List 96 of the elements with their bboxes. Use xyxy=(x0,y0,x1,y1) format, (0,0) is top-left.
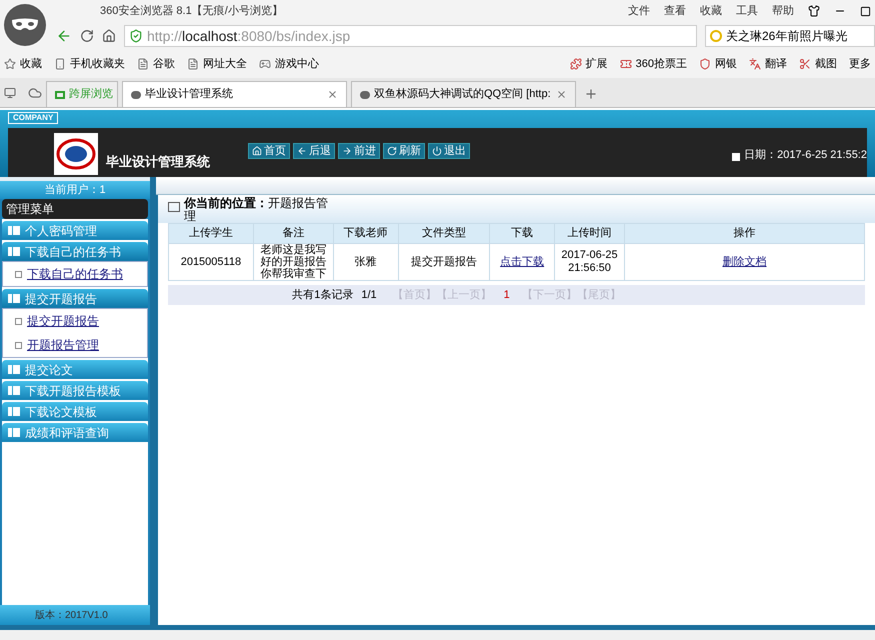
menu-item[interactable]: 文件 xyxy=(628,2,650,20)
gamepad-icon xyxy=(259,58,271,70)
scissors-icon xyxy=(799,58,811,70)
menu-group-icon xyxy=(8,226,20,235)
shield-icon xyxy=(129,29,143,43)
nav-button[interactable]: 首页 xyxy=(248,143,290,159)
logo-icon xyxy=(54,133,98,175)
page-count: 1/1 xyxy=(361,288,377,303)
close-icon[interactable] xyxy=(327,89,338,100)
skin-icon[interactable] xyxy=(808,5,820,17)
refresh-icon xyxy=(387,146,397,156)
translate-icon xyxy=(749,58,761,70)
ticket-icon xyxy=(620,58,632,70)
page-icon xyxy=(187,58,199,70)
menu-group-icon xyxy=(8,407,20,416)
square-bullet-icon xyxy=(15,270,22,278)
company-label: COMPANY xyxy=(8,112,58,124)
toolbar-item[interactable]: 更多 xyxy=(849,56,871,72)
bookmark-item[interactable]: 网址大全 xyxy=(187,56,247,72)
table-cell: 老师这是我写好的开题报告你帮我审查下 xyxy=(253,244,334,280)
column-header: 备注 xyxy=(253,224,334,244)
delete-link[interactable]: 删除文档 xyxy=(722,256,766,268)
browser-tab[interactable]: 毕业设计管理系统 xyxy=(122,81,347,107)
menu-group[interactable]: 提交开题报告 xyxy=(2,289,148,308)
home-icon[interactable] xyxy=(102,29,116,43)
bookmark-item[interactable]: 收藏 xyxy=(4,56,42,72)
column-header: 操作 xyxy=(624,224,864,244)
menu-title: 管理菜单 xyxy=(2,199,148,219)
column-header: 上传时间 xyxy=(554,224,624,244)
column-header: 下载老师 xyxy=(333,224,398,244)
toolbar-item[interactable]: 360抢票王 xyxy=(620,56,687,72)
menu-item[interactable]: 工具 xyxy=(736,2,758,20)
square-bullet-icon xyxy=(15,318,22,324)
toolbar-item[interactable]: 翻译 xyxy=(749,56,787,72)
toolbar-item[interactable]: 截图 xyxy=(799,56,837,72)
menu-item[interactable]: 帮助 xyxy=(772,2,794,20)
star-icon xyxy=(4,58,16,70)
screen-icon xyxy=(55,90,65,98)
toolbar-item[interactable]: 扩展 xyxy=(570,56,608,72)
menu-item[interactable]: 查看 xyxy=(664,2,686,20)
version-label: 版本：2017V1.0 xyxy=(0,605,150,625)
menu-group-icon xyxy=(8,247,20,256)
location-icon xyxy=(168,202,180,212)
favicon-icon xyxy=(131,90,141,98)
app-title: 毕业设计管理系统 xyxy=(106,152,210,170)
page-icon xyxy=(137,58,149,70)
square-bullet-icon xyxy=(15,342,22,348)
cloud-icon[interactable] xyxy=(28,86,42,100)
table-cell: 张雅 xyxy=(333,244,398,280)
column-header: 上传学生 xyxy=(168,224,254,244)
window-title: 360安全浏览器 8.1【无痕/小号浏览】 xyxy=(100,4,283,19)
browser-tab[interactable]: 双鱼林源码大神调试的QQ空间 [http: xyxy=(351,81,576,107)
nav-button[interactable]: 后退 xyxy=(293,143,335,159)
menu-group-icon xyxy=(8,386,20,395)
menu-link[interactable]: 开题报告管理 xyxy=(15,336,147,354)
nav-button[interactable]: 前进 xyxy=(338,143,380,159)
right-arrow-icon xyxy=(342,146,352,156)
reload-icon[interactable] xyxy=(80,29,94,43)
shield-icon xyxy=(699,58,711,70)
table-cell: 提交开题报告 xyxy=(398,244,490,280)
puzzle-icon xyxy=(570,58,582,70)
date-text: 日期：2017-6-25 21:55:2 xyxy=(744,148,867,162)
toolbar-item[interactable]: 网银 xyxy=(699,56,737,72)
bookmark-item[interactable]: 游戏中心 xyxy=(259,56,319,72)
user-label: 当前用户：1 xyxy=(0,181,150,199)
record-count: 共有1条记录 xyxy=(292,288,354,303)
table-cell: 2015005118 xyxy=(168,244,254,280)
maximize-icon[interactable] xyxy=(860,6,871,16)
new-tab-icon[interactable] xyxy=(584,87,598,101)
table-cell: 2017-06-25 21:56:50 xyxy=(554,244,624,280)
square-icon xyxy=(732,153,740,161)
left-arrow-icon xyxy=(297,146,307,156)
nav-button[interactable]: 退出 xyxy=(428,143,470,159)
home-icon xyxy=(252,146,262,156)
nav-button[interactable]: 刷新 xyxy=(383,143,425,159)
column-header: 下载 xyxy=(490,224,554,244)
pager-link[interactable]: 1 xyxy=(504,286,510,304)
search-icon xyxy=(710,30,722,42)
back-icon[interactable] xyxy=(56,28,72,44)
search-field[interactable]: 关之琳26年前照片曝光 xyxy=(705,25,875,47)
column-header: 文件类型 xyxy=(398,224,490,244)
power-icon xyxy=(432,146,442,156)
favicon-icon xyxy=(360,90,370,98)
address-field[interactable]: http://localhost:8080/bs/index.jsp xyxy=(124,25,697,47)
sidebar-toggle-icon[interactable] xyxy=(4,87,16,99)
menu-group-icon xyxy=(8,428,20,437)
menu-group-icon xyxy=(8,294,20,303)
bookmark-item[interactable]: 谷歌 xyxy=(137,56,175,72)
phone-icon xyxy=(54,58,66,70)
menu-group[interactable]: 下载自己的任务书 xyxy=(2,242,148,261)
menu-group-icon xyxy=(8,365,20,374)
breadcrumb: 你当前的位置：开题报告管理 xyxy=(184,197,329,223)
bookmark-item[interactable]: 手机收藏夹 xyxy=(54,56,125,72)
menu-item[interactable]: 收藏 xyxy=(700,2,722,20)
close-icon[interactable] xyxy=(556,89,567,100)
menu-link-text[interactable]: 开题报告管理 xyxy=(27,336,99,354)
